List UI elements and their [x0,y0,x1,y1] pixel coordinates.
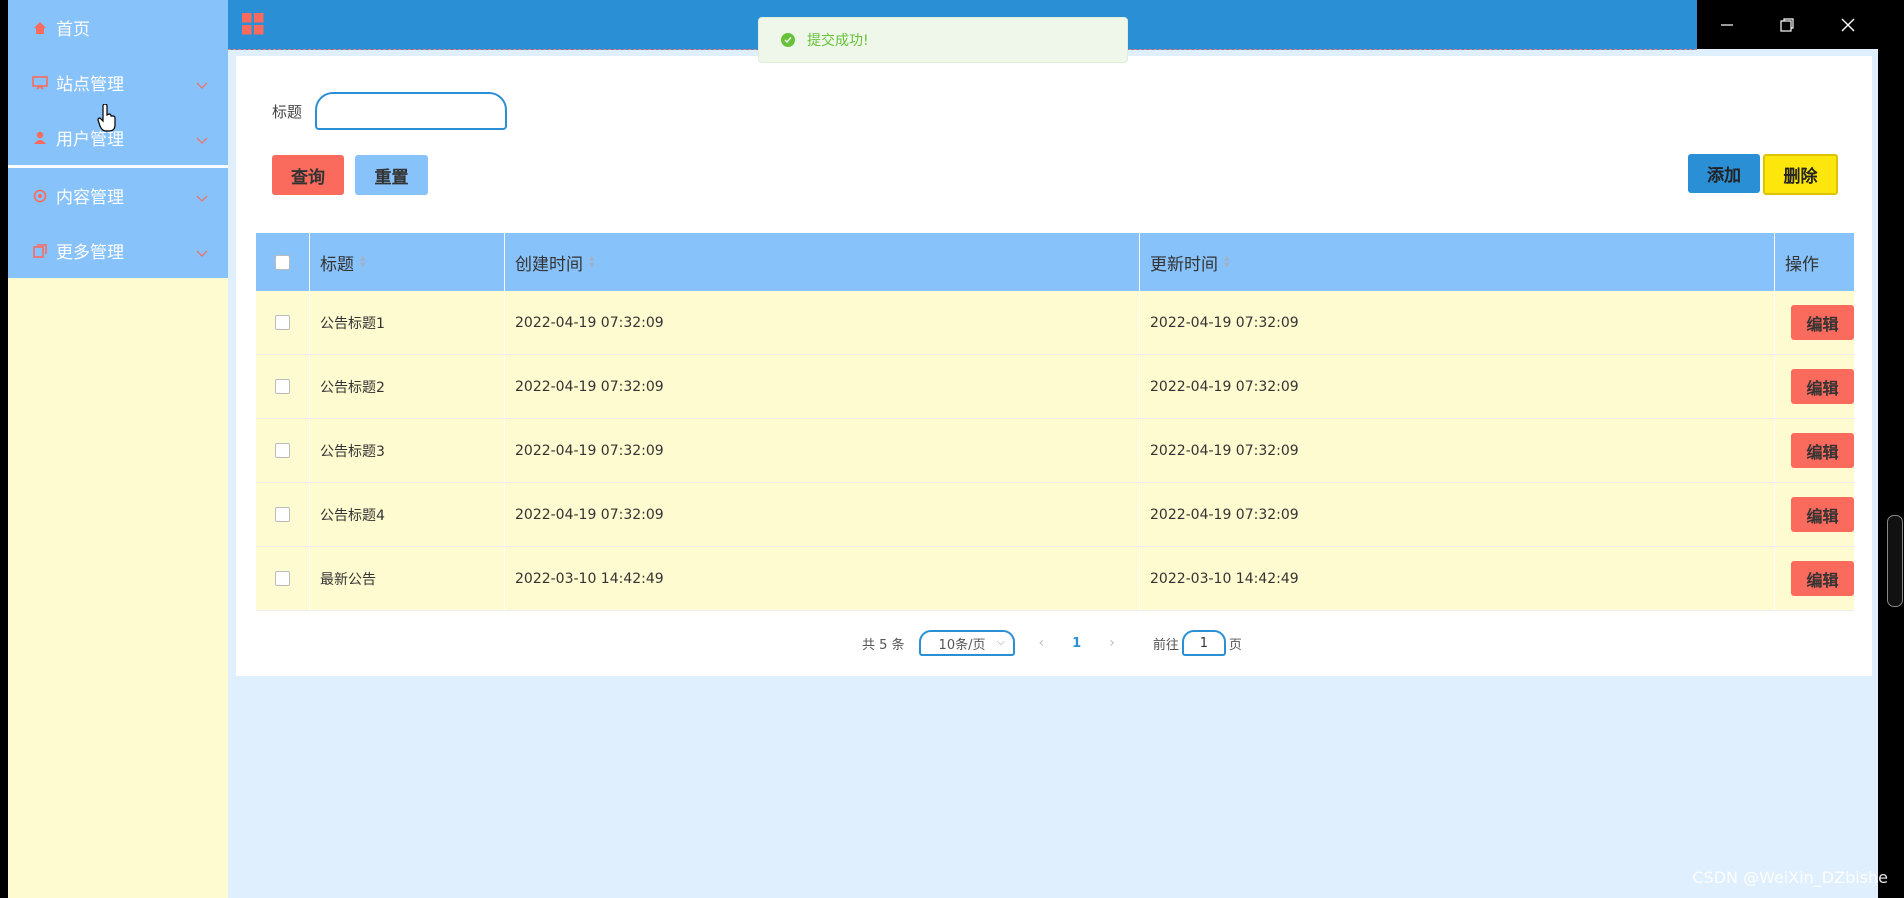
sidebar-item-user[interactable]: 用户管理 [8,110,228,165]
edit-button[interactable]: 编辑 [1791,497,1854,532]
page-suffix: 页 [1228,637,1242,653]
page-size-value: 10条/页 [938,637,986,653]
sort-icon[interactable]: ▲ ▼ [589,255,594,269]
sidebar: 首页 站点管理 用户管理 内容管理 更多管理 [8,0,228,898]
sidebar-item-content[interactable]: 内容管理 [8,168,228,223]
delete-button[interactable]: 删除 [1763,154,1838,195]
column-header-label: 更新时间 [1150,254,1218,275]
cell-title: 公告标题1 [310,291,505,354]
window-controls [1697,0,1878,49]
restore-icon[interactable] [1767,5,1807,45]
cell-created: 2022-04-19 07:32:09 [505,355,1140,418]
hand-cursor-icon [97,103,117,136]
more-icon [32,243,48,259]
grid-icon[interactable] [242,13,264,39]
cell-title: 最新公告 [310,547,505,610]
select-all-checkbox[interactable] [275,254,290,270]
sidebar-menu-lower: 内容管理 更多管理 [8,168,228,278]
table-row: 公告标题2 2022-04-19 07:32:09 2022-04-19 07:… [256,355,1854,419]
next-page-icon[interactable]: › [1109,635,1115,651]
row-checkbox[interactable] [275,571,290,586]
cell-updated: 2022-04-19 07:32:09 [1140,419,1775,482]
sort-icon[interactable]: ▲ ▼ [1224,255,1229,269]
cell-created: 2022-04-19 07:32:09 [505,291,1140,354]
cell-title: 公告标题3 [310,419,505,482]
query-button[interactable]: 查询 [272,155,344,195]
cell-created: 2022-04-19 07:32:09 [505,483,1140,546]
edit-button[interactable]: 编辑 [1791,433,1854,468]
edit-button[interactable]: 编辑 [1791,369,1854,404]
sort-icon[interactable]: ▲ ▼ [360,255,365,269]
column-header-updated[interactable]: 更新时间 ▲ ▼ [1140,233,1775,291]
content-icon [32,188,48,204]
page-size-select[interactable]: 10条/页 ⌵ [918,630,1015,656]
row-checkbox[interactable] [275,315,290,330]
chevron-down-icon [196,243,208,263]
home-icon [32,20,48,36]
column-header-label: 创建时间 [515,254,583,275]
scroll-indicator[interactable] [1887,515,1903,607]
cell-title: 公告标题4 [310,483,505,546]
edit-button[interactable]: 编辑 [1791,561,1854,596]
edit-button[interactable]: 编辑 [1791,305,1854,340]
table-header: 标题 ▲ ▼ 创建时间 ▲ ▼ 更新时间 ▲ ▼ 操作 [256,233,1854,291]
column-header-label: 操作 [1785,254,1819,275]
watermark: CSDN @WeiXin_DZbishe [1692,868,1888,887]
sidebar-item-label: 站点管理 [56,75,124,95]
cell-created: 2022-04-19 07:32:09 [505,419,1140,482]
table-row: 最新公告 2022-03-10 14:42:49 2022-03-10 14:4… [256,547,1854,611]
close-icon[interactable] [1828,5,1868,45]
table-row: 公告标题3 2022-04-19 07:32:09 2022-04-19 07:… [256,419,1854,483]
cell-updated: 2022-04-19 07:32:09 [1140,355,1775,418]
cell-created: 2022-03-10 14:42:49 [505,547,1140,610]
check-circle-icon [781,33,795,47]
chevron-down-icon: ⌵ [996,637,1005,648]
table-row: 公告标题4 2022-04-19 07:32:09 2022-04-19 07:… [256,483,1854,547]
column-header-label: 标题 [320,254,354,275]
chevron-down-icon [196,75,208,95]
success-toast: 提交成功! [758,17,1128,63]
sidebar-menu-top: 首页 站点管理 用户管理 [8,0,228,165]
search-label: 标题 [272,103,303,121]
pagination: 共 5 条 10条/页 ⌵ ‹ 1 › 前往 1 页 [862,629,1242,657]
cell-title: 公告标题2 [310,355,505,418]
row-checkbox[interactable] [275,507,290,522]
page-number-current[interactable]: 1 [1072,636,1081,651]
search-input[interactable] [315,92,507,130]
reset-button[interactable]: 重置 [355,155,428,195]
minimize-icon[interactable] [1707,5,1747,45]
column-header-actions: 操作 [1775,233,1854,291]
sidebar-item-label: 更多管理 [56,243,124,263]
chevron-down-icon [196,188,208,208]
goto-page-input[interactable]: 1 [1181,630,1226,656]
prev-page-icon[interactable]: ‹ [1039,635,1045,651]
user-icon [32,130,48,146]
cell-updated: 2022-04-19 07:32:09 [1140,483,1775,546]
row-select [256,483,310,546]
row-checkbox[interactable] [275,443,290,458]
add-button[interactable]: 添加 [1688,154,1760,193]
sidebar-item-home[interactable]: 首页 [8,0,228,55]
row-select [256,419,310,482]
sidebar-item-label: 首页 [56,20,90,40]
row-select [256,291,310,354]
toast-message: 提交成功! [807,33,869,49]
header-select-all [256,233,310,291]
pagination-total: 共 5 条 [862,637,905,653]
row-checkbox[interactable] [275,379,290,394]
table-row: 公告标题1 2022-04-19 07:32:09 2022-04-19 07:… [256,291,1854,355]
cell-updated: 2022-04-19 07:32:09 [1140,291,1775,354]
chevron-down-icon [196,130,208,150]
site-icon [32,75,48,91]
cell-updated: 2022-03-10 14:42:49 [1140,547,1775,610]
sidebar-item-label: 内容管理 [56,188,124,208]
column-header-created[interactable]: 创建时间 ▲ ▼ [505,233,1140,291]
window-left-edge [0,0,8,898]
goto-label: 前往 [1152,637,1179,653]
row-select [256,547,310,610]
row-select [256,355,310,418]
sidebar-item-more[interactable]: 更多管理 [8,223,228,278]
column-header-title[interactable]: 标题 ▲ ▼ [310,233,505,291]
sidebar-item-site[interactable]: 站点管理 [8,55,228,110]
